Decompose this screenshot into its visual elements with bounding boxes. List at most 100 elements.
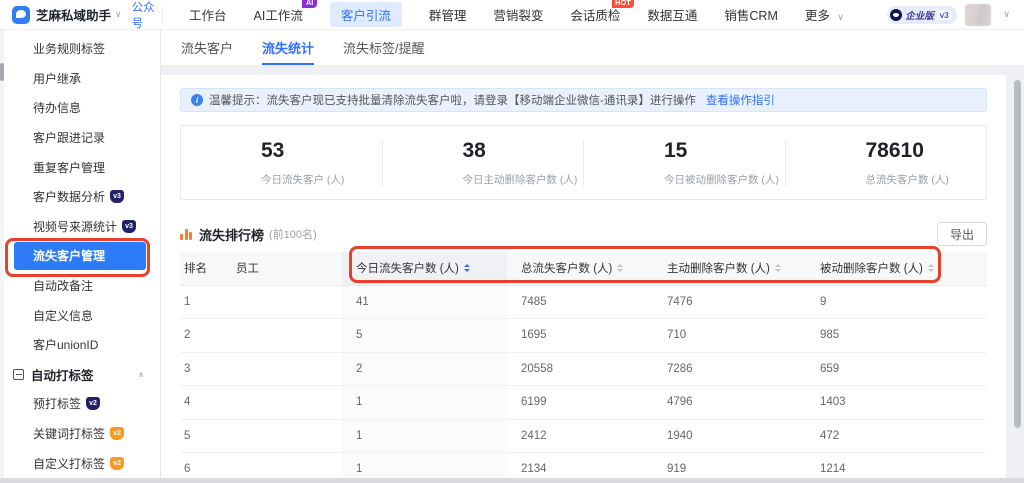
sidebar-item-pre-tagging[interactable]: 预打标签 v2 [0,389,160,419]
app-logo-chat-bubble-icon [12,5,30,24]
cell-today: 2 [342,352,507,385]
stat-label: 今日流失客户 (人) [261,173,345,186]
sort-carets-icon[interactable] [774,261,781,275]
table-row: 5 1 2412 1940 472 [180,419,987,453]
user-chevron-down-icon[interactable]: ∨ [1003,9,1010,20]
tab-bar: 流失客户 流失统计 流失标签/提醒 [161,30,1024,65]
cell-rank: 4 [184,396,191,409]
export-button[interactable]: 导出 [936,222,987,246]
sidebar-item-user-inheritance[interactable]: 用户继承 [0,64,160,94]
sidebar-item-business-rule-tags[interactable]: 业务规则标签 [0,34,160,64]
stat-today-active-deleted: 38 今日主动删除客户数 (人) [383,139,584,187]
main-scrollbar-thumb[interactable] [1014,80,1021,428]
notice-text: 温馨提示：流失客户现已支持批量清除流失客户啦，请登录【移动端企业微信-通讯录】进… [209,95,696,107]
plan-logo-icon [890,8,903,21]
sidebar-item-keyword-tagging[interactable]: 关键词打标签 v2 [0,419,160,449]
v2-badge-icon: v2 [110,456,125,470]
stat-total-churned: 78610 总流失客户数 (人) [786,139,987,187]
sort-carets-icon[interactable] [617,261,624,275]
table-row: 1 41 7485 7476 9 [180,285,987,319]
header-today-churned-sortable[interactable]: 今日流失客户数 (人) [342,252,507,285]
cell-today: 1 [342,453,507,479]
brand-area: 芝麻私域助手 ∨ 公众号 [0,0,160,31]
stat-value: 53 [261,138,285,162]
cell-active-del: 4796 [667,396,693,409]
stat-today-churned: 53 今日流失客户 (人) [181,139,382,187]
sidebar-item-customer-unionid[interactable]: 客户unionID [0,330,160,360]
tab-churned-customers[interactable]: 流失客户 [181,30,233,65]
info-icon: i [191,94,203,106]
topbar-user-area: 企业版 v3 ∨ [887,3,1024,26]
section-icon [13,368,24,380]
ranking-title: 流失排行榜 [199,227,265,243]
topbar-divider [162,6,163,23]
cell-rank: 3 [184,362,191,375]
main-scrollbar-track[interactable] [1014,78,1021,475]
account-type-link[interactable]: 公众号 [132,0,160,31]
header-passive-deleted-sortable[interactable]: 被动删除客户数 (人) [806,260,987,276]
header-employee: 员工 [236,263,259,276]
nav-item-more[interactable]: 更多 ∨ [805,5,844,24]
cell-passive-del: 659 [820,362,840,375]
sidebar-section-auto-tagging[interactable]: 自动打标签 ∧ [0,360,160,390]
app-title: 芝麻私域助手 [36,9,112,23]
horizontal-scrollbar[interactable] [0,478,1024,483]
sidebar-item-customer-data-analysis[interactable]: 客户数据分析 v3 [0,182,160,212]
cell-active-del: 710 [667,329,687,342]
tab-churn-statistics[interactable]: 流失统计 [262,30,315,65]
nav-item-ai-workflow[interactable]: AI工作流 AI [254,0,317,24]
v2-badge-icon: v2 [86,397,101,411]
v2-badge-icon: v2 [110,427,125,441]
nav-item-data-interchange[interactable]: 数据互通 [647,5,697,24]
notice-guide-link[interactable]: 查看操作指引 [706,92,775,108]
cell-total: 2412 [521,429,547,442]
stat-label: 总流失客户数 (人) [865,173,949,186]
plan-badge: 企业版 v3 [887,5,958,24]
tab-churn-tags-reminders[interactable]: 流失标签/提醒 [343,30,425,65]
bar-chart-icon [180,228,192,240]
sidebar-item-custom-info[interactable]: 自定义信息 [0,300,160,330]
sidebar-item-duplicate-customers[interactable]: 重复客户管理 [0,152,160,182]
header-active-deleted-sortable[interactable]: 主动删除客户数 (人) [653,260,806,276]
nav-item-chat-inspection[interactable]: 会话质检 HOT [570,0,635,24]
stat-value: 78610 [865,138,924,162]
header-total-churned-sortable[interactable]: 总流失客户数 (人) [507,260,653,276]
nav-item-sales-crm[interactable]: 销售CRM [724,5,777,24]
table-row: 4 1 6199 4796 1403 [180,386,987,420]
cell-total: 20558 [521,362,553,375]
v3-badge-icon: v3 [110,190,125,204]
sidebar-item-custom-tagging[interactable]: 自定义打标签 v2 [0,448,160,478]
brand-chevron-down-icon[interactable]: ∨ [115,9,122,20]
hot-badge: HOT [611,0,635,8]
nav-item-customer-acquisition[interactable]: 客户引流 [329,2,402,27]
sidebar-menu: 业务规则标签 用户继承 待办信息 客户跟进记录 重复客户管理 客户数据分析 v3 … [0,30,161,483]
sidebar-item-auto-remark[interactable]: 自动改备注 [0,271,160,301]
ranking-subtitle: (前100名) [269,229,317,241]
cell-total: 1695 [521,329,547,342]
sidebar-item-followup-records[interactable]: 客户跟进记录 [0,123,160,153]
table-row: 3 2 20558 7286 659 [180,352,987,386]
churn-statistics-panel: i 温馨提示：流失客户现已支持批量清除流失客户啦，请登录【移动端企业微信-通讯录… [161,75,1006,479]
user-avatar[interactable] [965,3,992,26]
sidebar-scrollbar-track[interactable] [0,30,4,483]
cell-total: 2134 [521,463,547,476]
nav-item-workbench[interactable]: 工作台 [189,5,227,24]
sidebar-scrollbar-thumb[interactable] [0,63,4,81]
plan-version-badge: v3 [936,9,952,20]
collapse-chevron-up-icon[interactable]: ∧ [138,370,144,379]
sidebar-item-churned-customer-management[interactable]: 流失客户管理 [14,242,146,270]
cell-rank: 6 [184,463,191,476]
table-row: 2 5 1695 710 985 [180,319,987,353]
sort-carets-icon[interactable] [463,261,470,275]
header-rank: 排名 [184,263,207,276]
nav-item-group-management[interactable]: 群管理 [429,5,467,24]
cell-active-del: 1940 [667,429,693,442]
sidebar-item-todo-info[interactable]: 待办信息 [0,93,160,123]
more-chevron-down-icon: ∨ [837,12,844,22]
stats-summary-card: 53 今日流失客户 (人) 38 今日主动删除客户数 (人) 15 今日被动删除… [180,125,987,200]
sort-carets-icon[interactable] [927,261,934,275]
nav-item-marketing-fission[interactable]: 营销裂变 [493,5,543,24]
sidebar-item-video-source-stats[interactable]: 视频号来源统计 v3 [0,212,160,242]
v3-badge-icon: v3 [122,219,137,233]
table-header-row: 排名 员工 今日流失客户数 (人) 总流失客户数 (人) 主动删除客户数 (人)… [180,252,987,286]
